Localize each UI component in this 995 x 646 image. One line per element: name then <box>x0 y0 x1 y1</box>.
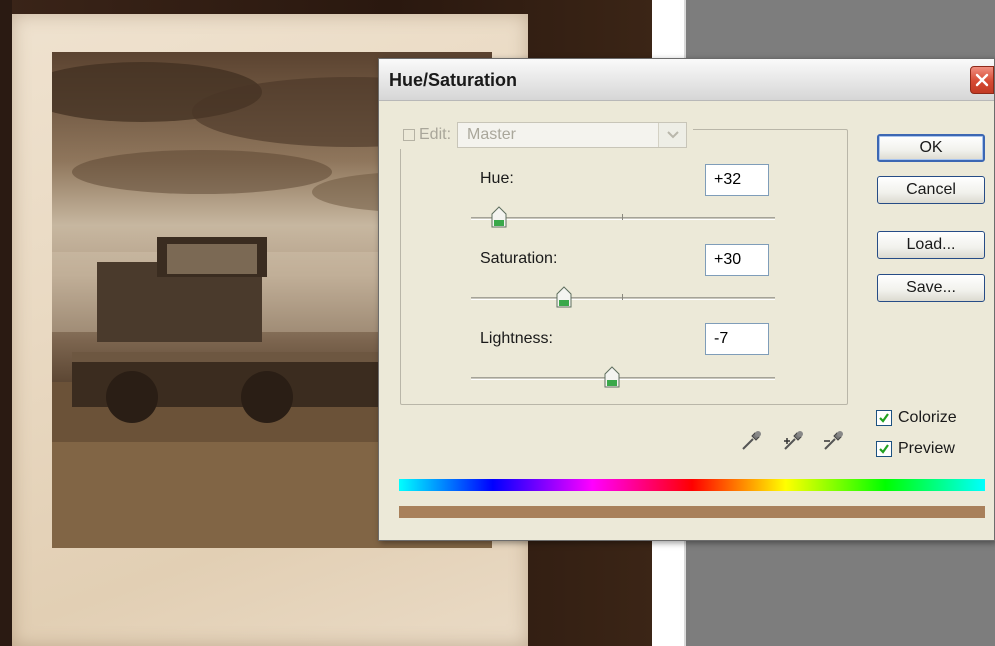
lightness-label: Lightness: <box>480 330 553 347</box>
hue-saturation-dialog: Hue/Saturation Edit: Master Hue: +32 Sat… <box>378 58 995 541</box>
checkmark-icon <box>879 413 889 423</box>
edit-channel-select[interactable]: Master <box>457 122 688 148</box>
saturation-slider-center-tick <box>622 294 623 300</box>
adjustment-group <box>400 129 848 405</box>
close-button[interactable] <box>970 66 994 94</box>
dialog-title: Hue/Saturation <box>389 70 518 90</box>
close-icon <box>975 73 989 87</box>
lightness-slider-track[interactable] <box>471 366 775 388</box>
lightness-slider-thumb[interactable] <box>604 366 620 388</box>
hue-slider-thumb[interactable] <box>491 206 507 228</box>
edit-label: Edit: <box>419 126 452 143</box>
saturation-slider-track[interactable] <box>471 286 775 308</box>
eyedropper-plus-icon[interactable] <box>781 427 807 453</box>
lightness-input[interactable]: -7 <box>705 323 769 355</box>
colorize-option[interactable]: Colorize <box>876 409 957 427</box>
edit-row: Edit: Master <box>397 121 694 149</box>
dialog-titlebar[interactable]: Hue/Saturation <box>379 59 994 101</box>
saturation-slider-thumb[interactable] <box>556 286 572 308</box>
preview-label: Preview <box>898 440 955 457</box>
colorize-checkbox[interactable] <box>876 410 892 426</box>
load-button[interactable]: Load... <box>877 231 985 259</box>
saturation-input[interactable]: +30 <box>705 244 769 276</box>
colorize-label: Colorize <box>898 409 957 426</box>
hue-spectrum-bar <box>399 479 985 491</box>
preview-checkbox[interactable] <box>876 441 892 457</box>
ok-button[interactable]: OK <box>877 134 985 162</box>
dropdown-arrow-icon <box>667 131 679 139</box>
colorized-result-bar <box>399 506 985 518</box>
hue-slider-track[interactable] <box>471 206 775 228</box>
canvas-left-edge <box>0 0 12 646</box>
eyedropper-icon[interactable] <box>739 427 765 453</box>
save-button[interactable]: Save... <box>877 274 985 302</box>
preview-option[interactable]: Preview <box>876 440 955 458</box>
eyedropper-minus-icon[interactable] <box>821 427 847 453</box>
edit-dropdown-button[interactable] <box>658 123 687 147</box>
checkmark-icon <box>879 444 889 454</box>
edit-group-marker <box>403 129 415 141</box>
hue-input[interactable]: +32 <box>705 164 769 196</box>
hue-slider-center-tick <box>622 214 623 220</box>
cancel-button[interactable]: Cancel <box>877 176 985 204</box>
saturation-label: Saturation: <box>480 250 558 267</box>
edit-channel-value: Master <box>467 126 516 143</box>
hue-label: Hue: <box>480 170 514 187</box>
